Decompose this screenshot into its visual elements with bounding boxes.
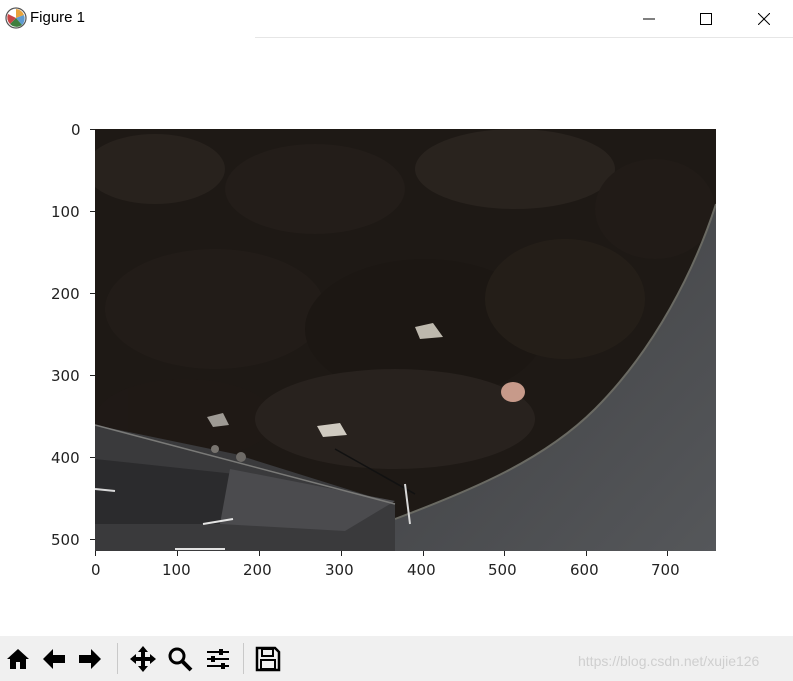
x-tick-mark <box>423 551 424 556</box>
y-tick-label: 0 <box>71 121 81 139</box>
configure-subplots-button[interactable] <box>201 641 234 676</box>
save-icon <box>255 646 280 671</box>
y-tick-mark <box>90 539 95 540</box>
x-tick-label: 400 <box>407 561 436 579</box>
y-tick-mark <box>90 457 95 458</box>
y-tick-label: 400 <box>51 449 80 467</box>
minimize-button[interactable] <box>620 0 678 37</box>
watermark-text: https://blog.csdn.net/xujie126 <box>578 653 760 669</box>
aerial-photo <box>85 129 717 551</box>
title-divider <box>255 37 793 38</box>
close-icon <box>758 12 770 25</box>
y-tick-mark <box>90 129 95 130</box>
zoom-button[interactable] <box>163 641 196 676</box>
save-button[interactable] <box>251 641 284 676</box>
x-tick-mark <box>586 551 587 556</box>
x-tick-mark <box>504 551 505 556</box>
pan-icon <box>129 645 156 672</box>
configure-subplots-icon <box>206 648 229 669</box>
x-tick-label: 300 <box>325 561 354 579</box>
back-icon <box>42 648 65 669</box>
maximize-icon <box>700 12 712 25</box>
x-tick-mark <box>95 551 96 556</box>
minimize-icon <box>643 18 655 19</box>
x-tick-label: 500 <box>488 561 517 579</box>
window-title: Figure 1 <box>30 9 86 26</box>
x-tick-label: 700 <box>651 561 680 579</box>
y-tick-mark <box>90 293 95 294</box>
title-bar: Figure 1 <box>0 0 793 37</box>
x-tick-label: 100 <box>162 561 191 579</box>
toolbar-separator <box>117 643 118 674</box>
x-tick-mark <box>341 551 342 556</box>
home-button[interactable] <box>1 641 34 676</box>
y-tick-label: 200 <box>51 285 80 303</box>
x-tick-mark <box>177 551 178 556</box>
pan-button[interactable] <box>126 641 159 676</box>
x-tick-mark <box>667 551 668 556</box>
x-tick-label: 200 <box>243 561 272 579</box>
back-button[interactable] <box>37 641 70 676</box>
image-plot[interactable] <box>85 129 717 551</box>
y-tick-mark <box>90 211 95 212</box>
maximize-button[interactable] <box>677 0 735 37</box>
forward-button[interactable] <box>73 641 106 676</box>
y-tick-label: 100 <box>51 203 80 221</box>
y-tick-mark <box>90 375 95 376</box>
zoom-icon <box>168 647 192 671</box>
x-tick-label: 0 <box>91 561 101 579</box>
y-tick-label: 500 <box>51 531 80 549</box>
forward-icon <box>78 648 101 669</box>
matplotlib-logo-icon <box>5 7 27 29</box>
y-tick-label: 300 <box>51 367 80 385</box>
home-icon <box>6 648 29 669</box>
x-tick-label: 600 <box>570 561 599 579</box>
close-button[interactable] <box>735 0 793 37</box>
toolbar-separator <box>243 643 244 674</box>
x-tick-mark <box>259 551 260 556</box>
